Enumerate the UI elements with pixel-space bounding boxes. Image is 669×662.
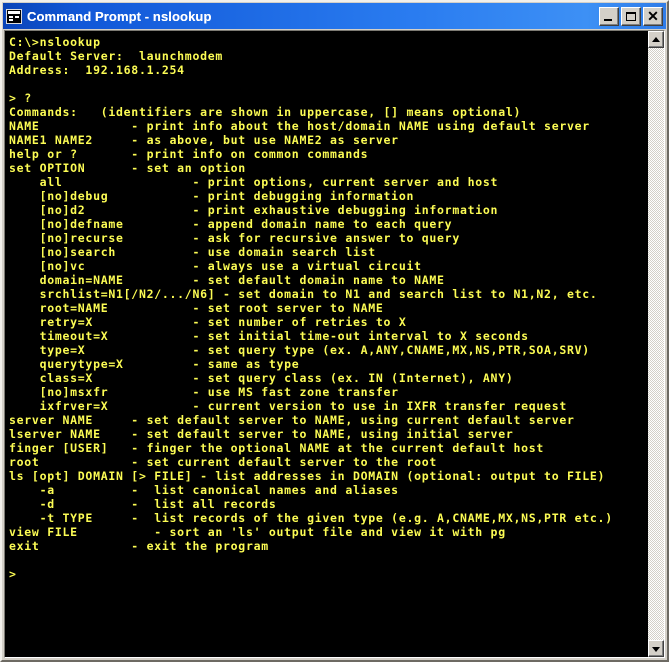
console-line: root - set current default server to the… [9,455,438,469]
window-titlebar[interactable]: Command Prompt - nslookup ✕ [3,3,666,29]
console-line: retry=X - set number of retries to X [9,315,407,329]
console-line: help or ? - print info on common command… [9,147,369,161]
console-line: [no]recurse - ask for recursive answer t… [9,231,460,245]
console-line: [no]d2 - print exhaustive debugging info… [9,203,499,217]
console-line: [no]msxfr - use MS fast zone transfer [9,385,399,399]
console-line: [no]defname - append domain name to each… [9,217,453,231]
vertical-scrollbar[interactable] [647,31,664,657]
console-output[interactable]: C:\>nslookup Default Server: launchmodem A… [5,31,647,657]
console-line: type=X - set query type (ex. A,ANY,CNAME… [9,343,590,357]
maximize-button[interactable] [621,6,641,26]
console-line: > ? [9,91,32,105]
console-line: view FILE - sort an 'ls' output file and… [9,525,506,539]
console-line: -t TYPE - list records of the given type… [9,511,613,525]
maximize-icon [622,8,640,25]
console-line: class=X - set query class (ex. IN (Inter… [9,371,514,385]
console-line: > [9,567,17,581]
close-icon: ✕ [647,7,659,24]
console-line: -d - list all records [9,497,277,511]
console-line: -a - list canonical names and aliases [9,483,399,497]
command-prompt-window: Command Prompt - nslookup ✕ C:\>nslookup… [0,0,669,662]
console-line: all - print options, current server and … [9,175,499,189]
console-line: timeout=X - set initial time-out interva… [9,329,529,343]
console-line: srchlist=N1[/N2/.../N6] - set domain to … [9,287,598,301]
console-line: [no]debug - print debugging information [9,189,415,203]
console-line: root=NAME - set root server to NAME [9,301,384,315]
console-line: NAME - print info about the host/domain … [9,119,590,133]
scrollbar-track[interactable] [648,48,664,640]
console-line: querytype=X - same as type [9,357,300,371]
console-line: [no]vc - always use a virtual circuit [9,259,422,273]
console-line: exit - exit the program [9,539,269,553]
scroll-up-button[interactable] [648,31,664,48]
minimize-icon [600,8,618,25]
scroll-down-icon [652,646,660,652]
console-line: server NAME - set default server to NAME… [9,413,575,427]
console-line: finger [USER] - finger the optional NAME… [9,441,545,455]
console-line: Default Server: launchmodem [9,49,224,63]
scroll-up-icon [652,36,660,42]
window-title: Command Prompt - nslookup [27,8,212,24]
console-icon[interactable] [6,8,22,24]
window-client-area: C:\>nslookup Default Server: launchmodem A… [4,30,665,658]
close-button[interactable]: ✕ [643,6,663,26]
scroll-down-button[interactable] [648,640,664,657]
console-line: set OPTION - set an option [9,161,246,175]
console-line: Address: 192.168.1.254 [9,63,185,77]
console-line: lserver NAME - set default server to NAM… [9,427,514,441]
console-line: ixfrver=X - current version to use in IX… [9,399,567,413]
console-line: [no]search - use domain search list [9,245,376,259]
console-line: NAME1 NAME2 - as above, but use NAME2 as… [9,133,399,147]
minimize-button[interactable] [599,6,619,26]
console-line: C:\>nslookup [9,35,101,49]
console-line: Commands: (identifiers are shown in uppe… [9,105,522,119]
console-line: domain=NAME - set default domain name to… [9,273,445,287]
console-line: ls [opt] DOMAIN [> FILE] - list addresse… [9,469,606,483]
window-controls: ✕ [599,6,663,26]
